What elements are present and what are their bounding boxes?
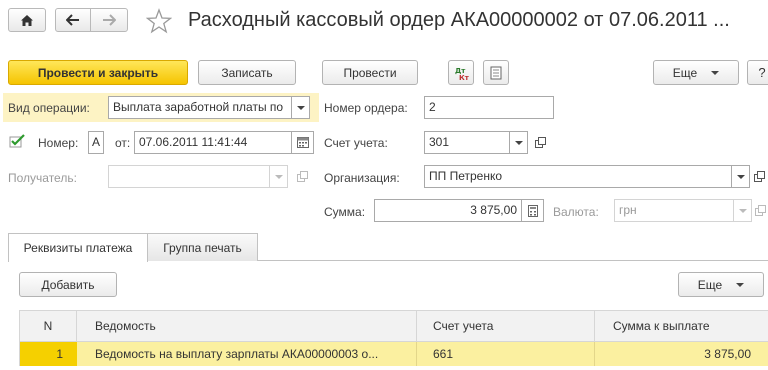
table-more-label: Еще [697,277,723,292]
open-link-icon [754,205,766,216]
back-button[interactable] [55,8,91,32]
account-label: Счет учета: [324,136,388,150]
table-row[interactable]: 1 Ведомость на выплату зарплаты АКА00000… [19,342,768,366]
operation-dropdown-button[interactable] [292,96,310,119]
chevron-down-icon [296,105,305,110]
order-number-field[interactable]: 2 [424,96,554,119]
table-more-button[interactable]: Еще [678,272,764,297]
org-dropdown-button[interactable] [732,165,750,188]
tab-payment-details[interactable]: Реквизиты платежа [8,233,148,262]
svg-text:Кт: Кт [459,74,469,81]
open-link-icon [534,137,546,148]
column-header-statement[interactable]: Ведомость [77,311,417,341]
org-open-button[interactable] [750,165,768,188]
dt-kt-icon: Дт Кт [455,67,469,81]
help-button[interactable]: ? [747,60,768,85]
column-header-amount[interactable]: Сумма к выплате [595,311,768,341]
calendar-icon [296,137,309,148]
post-and-close-button[interactable]: Провести и закрыть [8,60,188,85]
posted-check-icon [9,133,27,149]
recipient-field[interactable] [108,165,270,188]
number-prefix-field[interactable]: А [88,131,104,154]
arrow-left-icon [66,14,79,26]
calculator-button[interactable] [522,199,544,222]
favorite-star-icon[interactable] [145,8,173,34]
currency-open-button[interactable] [752,199,768,222]
chevron-down-icon [736,174,745,179]
org-field[interactable]: ПП Петренко [424,165,732,188]
open-link-icon [753,171,765,182]
more-actions-button[interactable]: Еще [653,60,739,85]
open-link-icon [296,171,308,182]
arrow-right-icon [103,14,116,26]
home-icon [21,14,33,26]
row-amount: 3 875,00 [704,347,751,361]
post-button[interactable]: Провести [322,60,418,85]
row-statement: Ведомость на выплату зарплаты АКА0000000… [77,342,417,366]
operation-select[interactable]: Выплата заработной платы по [108,96,292,119]
currency-label: Валюта: [553,205,599,219]
operation-label: Вид операции: [8,101,90,115]
column-header-n[interactable]: N [20,311,77,341]
sum-field[interactable]: 3 875,00 [374,199,522,222]
dt-kt-report-button[interactable]: Дт Кт [448,60,474,85]
currency-dropdown-button[interactable] [734,199,752,222]
page-title: Расходный кассовый ордер АКА00000002 от … [188,9,730,31]
recipient-label: Получатель: [8,171,77,185]
add-row-button[interactable]: Добавить [19,272,117,297]
row-n: 1 [56,347,63,361]
document-icon [490,66,502,79]
more-actions-label: Еще [672,65,698,80]
row-n-cell: 1 [20,342,77,366]
chevron-down-icon [514,140,523,145]
forward-button[interactable] [90,8,128,32]
recipient-open-button[interactable] [292,165,312,188]
chevron-down-icon [711,70,720,75]
save-button[interactable]: Записать [198,60,296,85]
calculator-icon [527,204,538,217]
currency-field[interactable]: грн [614,199,734,222]
org-label: Организация: [324,171,400,185]
row-account: 661 [417,342,595,366]
date-label: от: [115,136,131,150]
chevron-down-icon [274,174,283,179]
order-number-label: Номер ордера: [324,101,408,115]
account-dropdown-button[interactable] [510,131,528,154]
column-header-account[interactable]: Счет учета [417,311,595,341]
recipient-dropdown-button[interactable] [270,165,288,188]
number-label: Номер: [38,136,79,150]
print-document-button[interactable] [483,60,509,85]
tab-print-group[interactable]: Группа печать [147,233,258,261]
home-button[interactable] [8,8,46,32]
sum-label: Сумма: [324,205,366,219]
chevron-down-icon [738,208,747,213]
table-header: N Ведомость Счет учета Сумма к выплате [19,310,768,342]
date-field[interactable]: 07.06.2011 11:41:44 [134,131,292,154]
calendar-button[interactable] [292,131,314,154]
chevron-down-icon [736,282,745,287]
account-field[interactable]: 301 [424,131,510,154]
account-open-button[interactable] [530,131,550,154]
